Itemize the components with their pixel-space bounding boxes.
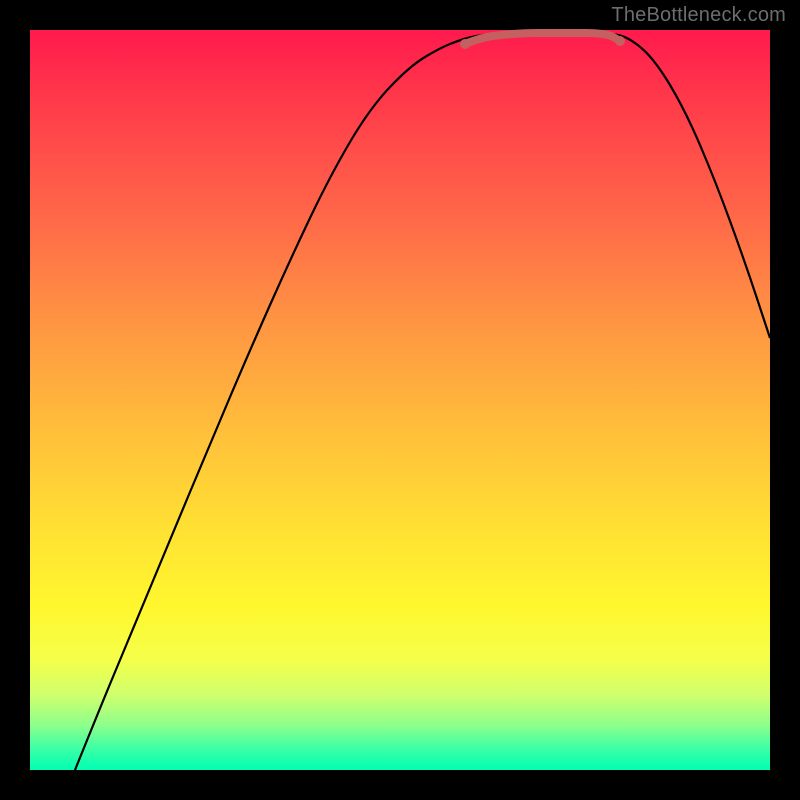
left-dot	[460, 39, 470, 49]
watermark-text: TheBottleneck.com	[611, 4, 786, 27]
chart-frame: TheBottleneck.com	[0, 0, 800, 800]
bottleneck-curve	[75, 32, 770, 770]
chart-svg	[30, 30, 770, 770]
highlight-segment	[465, 33, 620, 44]
gradient-plot-area	[30, 30, 770, 770]
right-dot	[615, 36, 625, 46]
